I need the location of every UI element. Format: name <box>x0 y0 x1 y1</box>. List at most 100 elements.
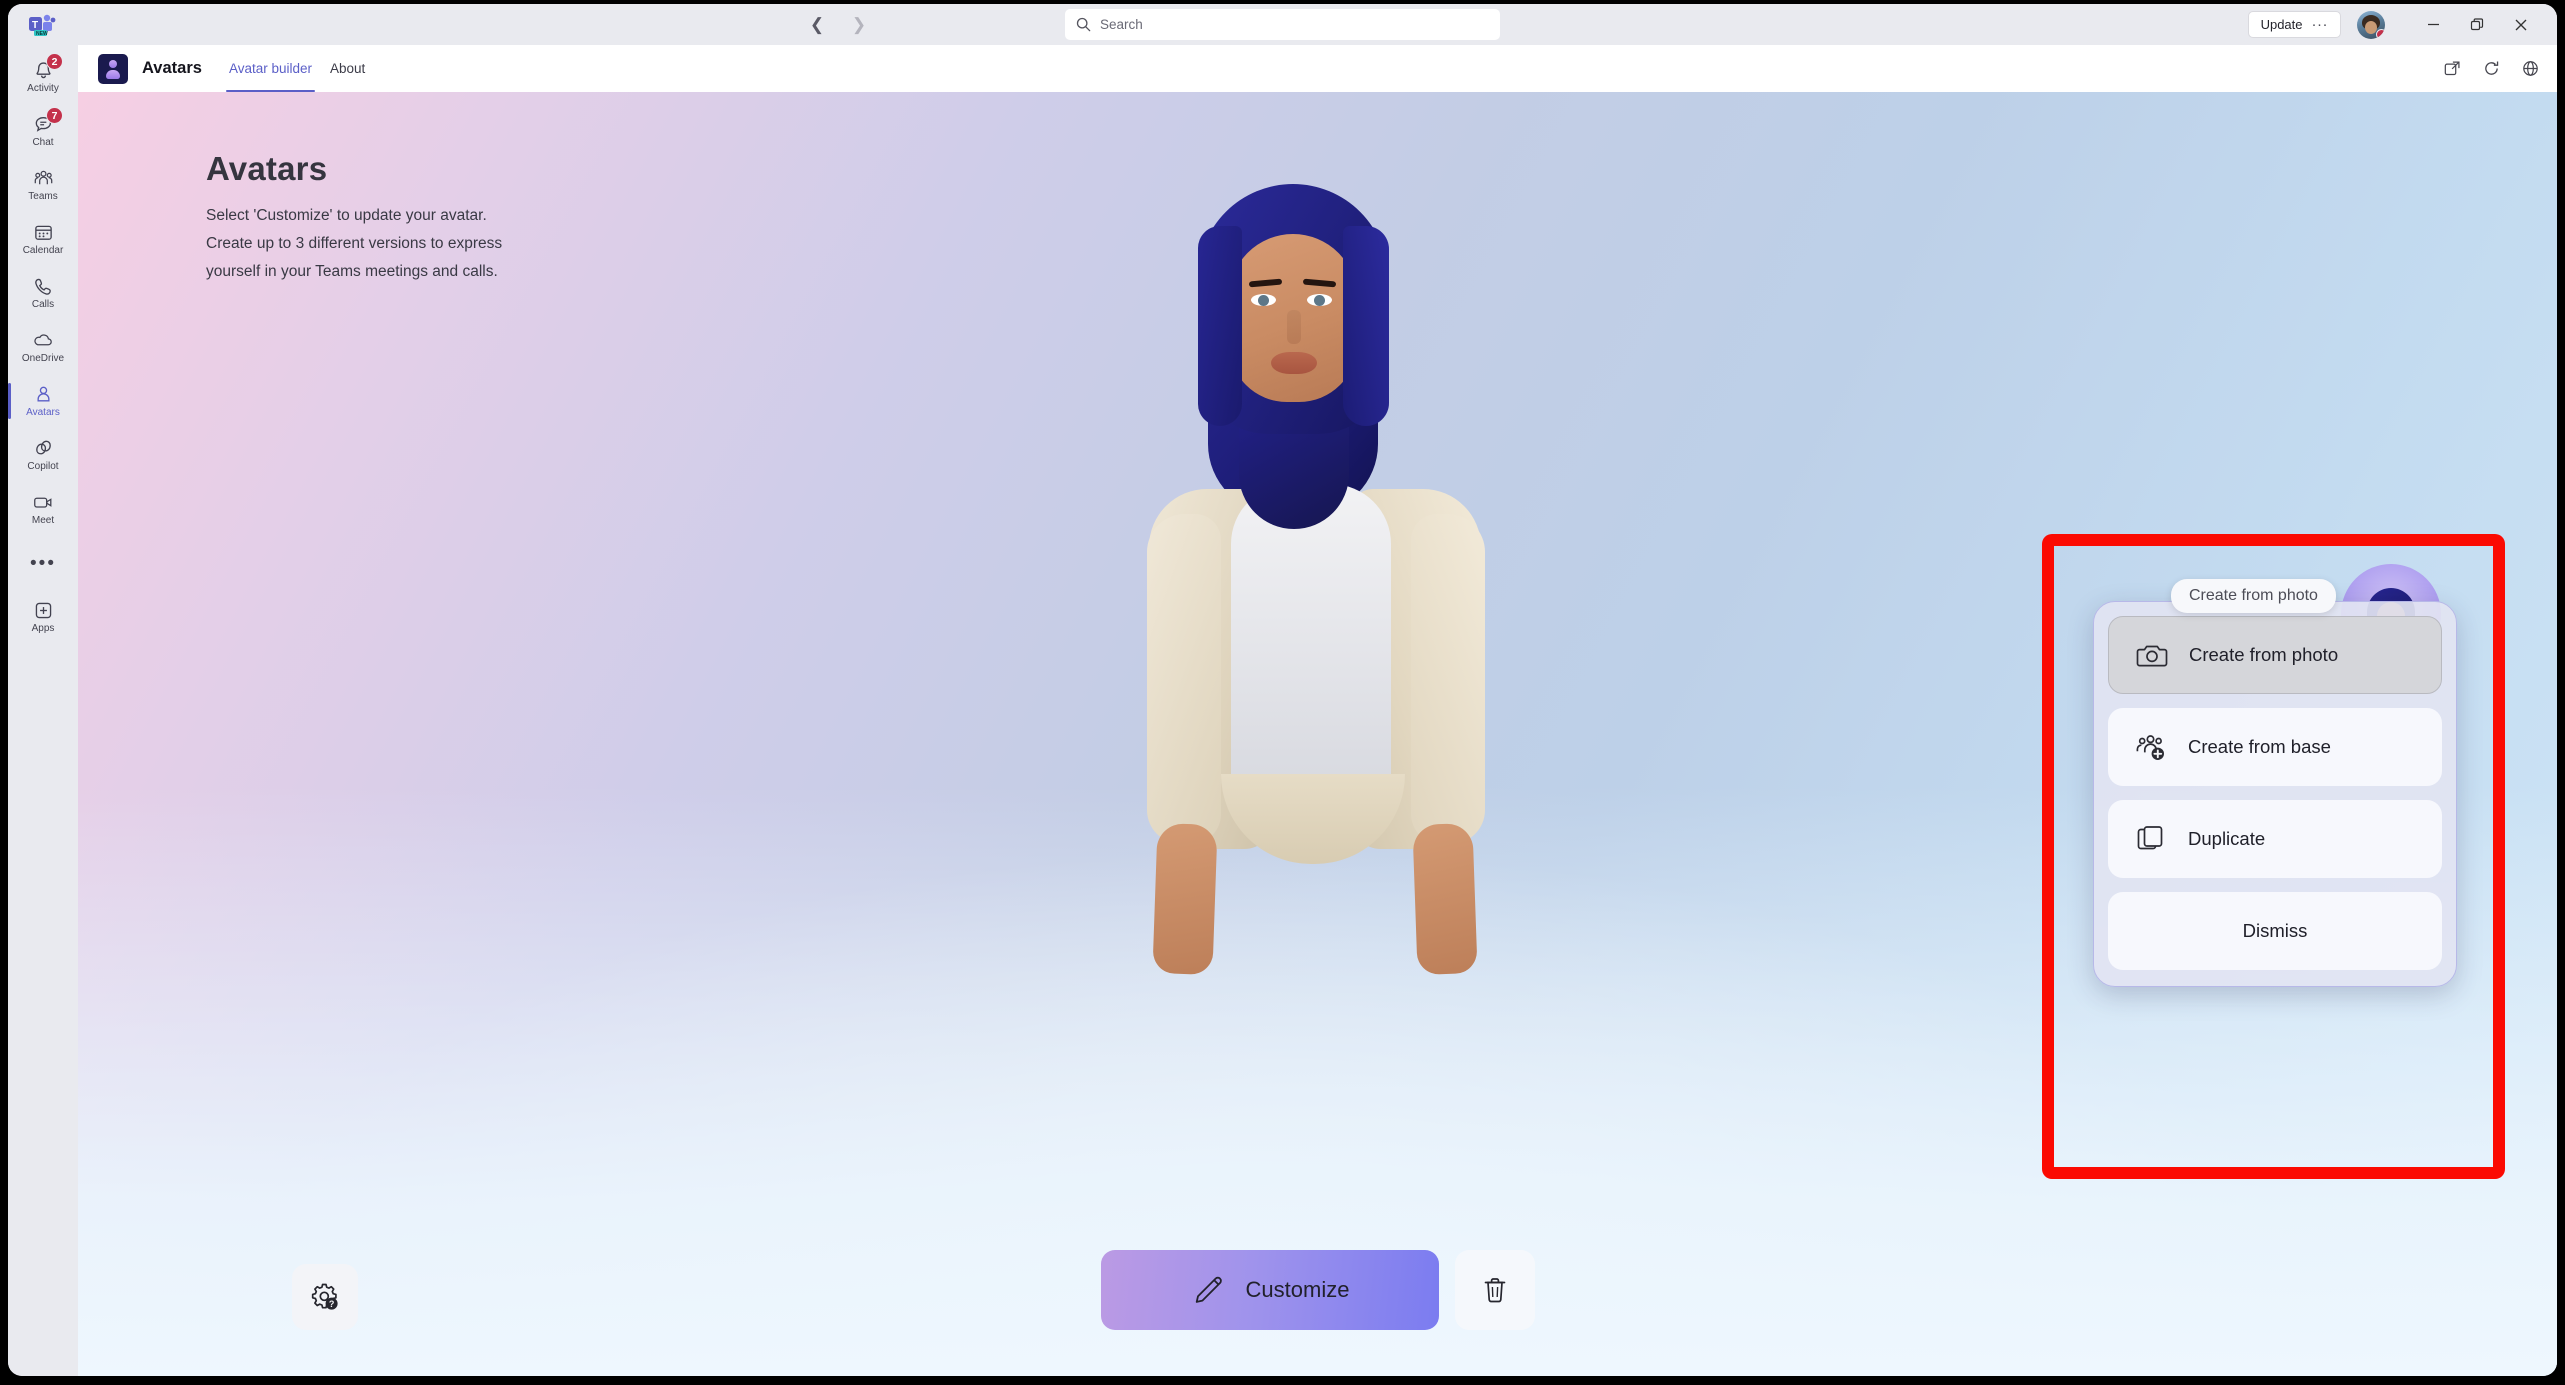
sidebar-item-copilot[interactable]: Copilot <box>12 429 74 481</box>
update-overflow-icon[interactable]: ··· <box>2312 17 2329 32</box>
avatar-face <box>1228 234 1357 402</box>
sidebar-item-chat[interactable]: Chat 7 <box>12 105 74 157</box>
tab-about[interactable]: About <box>321 45 374 92</box>
page-title: Avatars <box>206 150 328 187</box>
avatar-actions: Customize <box>1100 1250 1535 1330</box>
sidebar-item-meet[interactable]: Meet <box>12 483 74 535</box>
teams-people-icon <box>33 168 54 189</box>
avatars-app-icon <box>98 53 128 84</box>
app-header: Avatars Avatar builder About <box>78 45 2557 92</box>
page-description: Select 'Customize' to update your avatar… <box>206 207 503 280</box>
copy-icon <box>2128 823 2174 855</box>
chat-badge: 7 <box>46 107 63 124</box>
plus-square-icon <box>33 600 54 621</box>
avatar-hand-right <box>1411 822 1478 976</box>
user-avatar[interactable] <box>2357 10 2385 39</box>
update-button[interactable]: Update ··· <box>2247 11 2341 38</box>
titlebar-right-group: Update ··· <box>2247 4 2543 45</box>
customize-label: Customize <box>1245 1277 1350 1302</box>
menu-item-duplicate[interactable]: Duplicate <box>2108 800 2442 878</box>
app-header-actions <box>2444 60 2539 77</box>
tab-label: Avatar builder <box>228 61 312 76</box>
avatar-brow-right <box>1302 278 1336 288</box>
sidebar-item-onedrive[interactable]: OneDrive <box>12 321 74 373</box>
avatar-sleeve-left <box>1146 514 1221 844</box>
app-title: Avatars <box>142 59 202 77</box>
delete-avatar-button[interactable] <box>1454 1250 1535 1330</box>
sidebar-label: Calendar <box>22 245 64 256</box>
tab-avatar-builder[interactable]: Avatar builder <box>220 45 321 92</box>
menu-item-create-from-base[interactable]: Create from base <box>2108 708 2442 786</box>
people-add-icon <box>2128 731 2174 763</box>
video-camera-icon <box>32 492 54 513</box>
back-button[interactable]: ❮ <box>806 14 828 36</box>
avatar-lips <box>1270 352 1317 374</box>
close-icon <box>2515 19 2527 30</box>
avatar-hijab-front-right <box>1342 226 1389 426</box>
avatar-pupil-left <box>1257 295 1269 306</box>
sidebar-item-calls[interactable]: Calls <box>12 267 74 319</box>
teams-window: T NEW ❮ ❯ Update ··· <box>8 4 2557 1376</box>
copilot-icon <box>33 438 54 459</box>
cloud-icon <box>32 330 54 351</box>
restore-icon <box>2470 17 2484 30</box>
menu-item-label: Dismiss <box>2242 920 2308 941</box>
svg-text:T: T <box>32 20 38 31</box>
sidebar-item-teams[interactable]: Teams <box>12 159 74 211</box>
customize-button[interactable]: Customize <box>1100 1250 1439 1330</box>
pencil-icon <box>1195 1276 1222 1303</box>
teams-logo-icon: T NEW <box>28 12 56 38</box>
menu-item-create-from-photo[interactable]: Create from photo <box>2108 616 2442 694</box>
tooltip-create-from-photo: Create from photo <box>2171 579 2336 613</box>
avatar-hand-left <box>1151 822 1218 976</box>
svg-text:NEW: NEW <box>36 31 48 37</box>
left-rail: Activity 2 Chat 7 Teams Calendar Calls O… <box>8 45 78 1376</box>
presence-badge <box>2376 28 2385 39</box>
search-bar[interactable] <box>1065 9 1500 40</box>
sidebar-label: Calls <box>31 299 55 310</box>
activity-badge: 2 <box>46 53 63 70</box>
maximize-button[interactable] <box>2455 4 2499 45</box>
camera-icon <box>2129 639 2175 671</box>
search-icon <box>1076 17 1091 32</box>
tab-label: About <box>330 61 366 76</box>
sidebar-label: Avatars <box>26 407 60 418</box>
avatar-brow-left <box>1248 278 1282 288</box>
avatar-sleeve-right <box>1410 514 1485 844</box>
phone-icon <box>33 276 54 297</box>
sidebar-label: Meet <box>31 515 55 526</box>
sidebar-item-calendar[interactable]: Calendar <box>12 213 74 265</box>
avatar-options-menu: Create from photo Create from base Dupli… <box>2093 601 2457 987</box>
close-button[interactable] <box>2499 4 2543 45</box>
search-input[interactable] <box>1100 17 1489 32</box>
person-icon <box>33 384 54 405</box>
gear-help-icon: ? <box>311 1283 338 1310</box>
sidebar-item-avatars[interactable]: Avatars <box>8 375 74 427</box>
minimize-button[interactable] <box>2411 4 2455 45</box>
menu-item-label: Create from photo <box>2189 644 2339 665</box>
heading-block: Avatars Select 'Customize' to update you… <box>206 150 502 286</box>
sidebar-label: Chat <box>32 137 54 148</box>
avatar-preview[interactable] <box>1103 184 1533 1224</box>
sidebar-item-activity[interactable]: Activity 2 <box>12 51 74 103</box>
sidebar-label: Copilot <box>27 461 59 472</box>
more-options-icon: ••• <box>30 552 56 574</box>
menu-item-dismiss[interactable]: Dismiss <box>2108 892 2442 970</box>
app-tabs: Avatar builder About <box>220 45 374 92</box>
navigation-arrows: ❮ ❯ <box>806 4 870 45</box>
update-label: Update <box>2260 17 2303 32</box>
minimize-icon <box>2427 23 2439 26</box>
refresh-icon[interactable] <box>2483 60 2500 77</box>
sidebar-item-apps[interactable]: Apps <box>12 591 74 643</box>
sidebar-label: Teams <box>28 191 58 202</box>
calendar-icon <box>33 222 54 243</box>
pop-out-icon[interactable] <box>2444 60 2461 77</box>
sidebar-label: OneDrive <box>21 353 65 364</box>
sidebar-label: Apps <box>31 623 55 634</box>
trash-icon <box>1484 1278 1505 1303</box>
forward-button[interactable]: ❯ <box>848 14 870 36</box>
globe-icon[interactable] <box>2522 60 2539 77</box>
svg-text:?: ? <box>329 1299 335 1309</box>
settings-help-button[interactable]: ? <box>292 1264 358 1330</box>
sidebar-item-more[interactable]: ••• <box>12 537 74 589</box>
